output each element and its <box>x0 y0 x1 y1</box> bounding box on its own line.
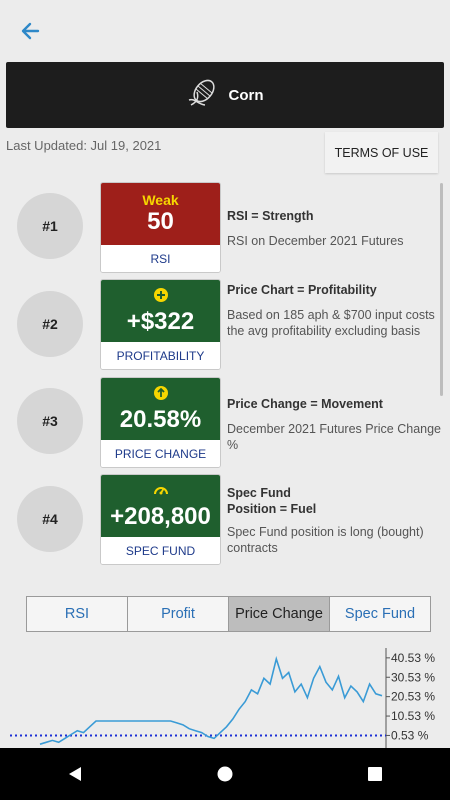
spec-fund-value: +208,800 <box>110 502 211 530</box>
arrow-up-circle-icon <box>153 385 169 406</box>
rank-badge: #3 <box>17 388 83 454</box>
rsi-card-value-area: Weak 50 <box>101 183 220 245</box>
price-change-desc-text: December 2021 Futures Price Change % <box>227 422 442 452</box>
rsi-description: RSI = Strength RSI on December 2021 Futu… <box>227 208 442 249</box>
spec-fund-card[interactable]: +208,800 SPEC FUND <box>100 474 221 565</box>
rsi-desc-text: RSI on December 2021 Futures <box>227 234 404 248</box>
price-change-chart: 40.53 % 30.53 % 20.53 % 10.53 % 0.53 % <box>10 648 435 748</box>
rank-badge: #4 <box>17 486 83 552</box>
commodity-header: Corn <box>6 62 444 128</box>
y-tick-label: 0.53 % <box>391 728 429 742</box>
price-change-desc-title: Price Change = Movement <box>227 397 383 411</box>
y-tick-label: 40.53 % <box>391 651 435 665</box>
profitability-card-value-area: +$322 <box>101 280 220 342</box>
price-change-card[interactable]: 20.58% PRICE CHANGE <box>100 377 221 468</box>
profitability-description: Price Chart = Profitability Based on 185… <box>227 282 442 339</box>
tab-rsi[interactable]: RSI <box>27 597 128 631</box>
profitability-card[interactable]: +$322 PROFITABILITY <box>100 279 221 370</box>
commodity-title: Corn <box>228 86 264 104</box>
chart-tabs: RSI Profit Price Change Spec Fund <box>26 596 431 632</box>
tab-spec-fund[interactable]: Spec Fund <box>330 597 430 631</box>
y-tick-label: 10.53 % <box>391 709 435 723</box>
plus-circle-icon <box>153 287 169 308</box>
y-tick-label: 20.53 % <box>391 690 435 704</box>
rsi-desc-title: RSI = Strength <box>227 209 314 223</box>
profitability-desc-text: Based on 185 aph & $700 input costs the … <box>227 308 435 338</box>
y-tick-label: 30.53 % <box>391 670 435 684</box>
price-change-card-value-area: 20.58% <box>101 378 220 440</box>
rsi-card[interactable]: Weak 50 RSI <box>100 182 221 273</box>
rsi-value: 50 <box>147 208 174 235</box>
profitability-value: +$322 <box>126 307 195 335</box>
profitability-desc-title: Price Chart = Profitability <box>227 283 377 297</box>
home-circle-icon[interactable] <box>205 754 245 794</box>
rsi-status: Weak <box>142 192 179 208</box>
price-change-card-label: PRICE CHANGE <box>101 440 220 467</box>
spec-fund-desc-title: Spec Fund Position = Fuel <box>227 486 317 516</box>
rsi-card-label: RSI <box>101 245 220 272</box>
spec-fund-description: Spec Fund Position = Fuel Spec Fund posi… <box>227 485 442 556</box>
profitability-card-label: PROFITABILITY <box>101 342 220 369</box>
tab-profit[interactable]: Profit <box>128 597 229 631</box>
spec-fund-desc-text: Spec Fund position is long (bought) cont… <box>227 525 424 555</box>
terms-of-use-button[interactable]: TERMS OF USE <box>325 132 438 173</box>
gauge-icon <box>153 482 169 503</box>
rank-badge: #2 <box>17 291 83 357</box>
price-change-description: Price Change = Movement December 2021 Fu… <box>227 396 442 453</box>
back-arrow-icon[interactable] <box>18 18 44 44</box>
tab-price-change[interactable]: Price Change <box>229 597 330 631</box>
rank-badge: #1 <box>17 193 83 259</box>
spec-fund-card-label: SPEC FUND <box>101 537 220 564</box>
recents-square-icon[interactable] <box>355 754 395 794</box>
spec-fund-card-value-area: +208,800 <box>101 475 220 537</box>
price-change-series-line <box>39 655 383 745</box>
price-change-value: 20.58% <box>119 405 202 433</box>
back-triangle-icon[interactable] <box>55 754 95 794</box>
system-nav-bar <box>0 748 450 800</box>
corn-icon <box>187 78 219 113</box>
last-updated-text: Last Updated: Jul 19, 2021 <box>6 138 162 153</box>
